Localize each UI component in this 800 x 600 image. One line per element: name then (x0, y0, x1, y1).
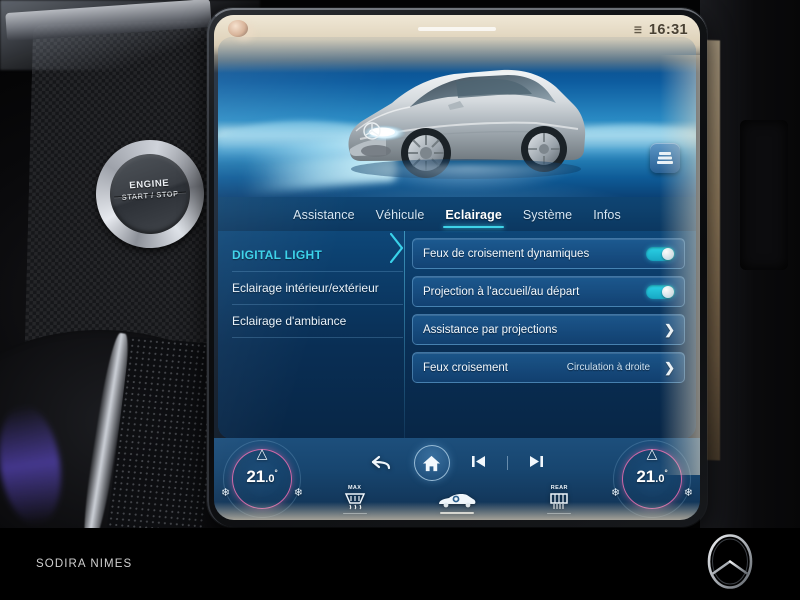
setting-label: Feux de croisement dynamiques (423, 247, 590, 260)
vehicle-ground-reflection (358, 165, 578, 191)
screenshot-root: ENGINE START / STOP Assistance Véhicule … (0, 0, 800, 600)
previous-track-icon[interactable] (470, 454, 487, 472)
submenu-item-ambient-lighting[interactable]: Eclairage d'ambiance (232, 305, 403, 338)
mercedes-benz-star-logo (702, 534, 758, 595)
chevron-right-icon: ❯ (664, 360, 675, 375)
submenu-item-label: Eclairage d'ambiance (232, 314, 347, 328)
status-bar: ☰ 16:31 (214, 15, 700, 45)
snowflake-icon[interactable]: ❄ (221, 486, 230, 499)
dealer-footer: SODIRA NIMES (0, 528, 800, 600)
active-submenu-chevron-icon (390, 233, 404, 263)
temp-integer: 21 (636, 467, 656, 486)
vehicle-graphic-icon[interactable] (650, 143, 680, 173)
setting-label: Assistance par projections (423, 323, 558, 336)
snowflake-icon[interactable]: ❄ (684, 486, 693, 499)
submenu-item-label: Eclairage intérieur/extérieur (232, 281, 379, 295)
passenger-temperature-value: 21.0° (613, 467, 691, 487)
chevron-right-icon: ❯ (664, 322, 675, 337)
back-arrow-icon[interactable] (370, 453, 394, 473)
climate-control-bar: △ 21.0° ❄ ❄ MAX REAR △ 21.0° ❄ ❄ (214, 438, 700, 520)
signal-icon: ☰ (633, 24, 642, 35)
snowflake-icon[interactable]: ❄ (294, 486, 303, 499)
home-icon[interactable] (413, 445, 450, 481)
submenu-item-label: DIGITAL LIGHT (232, 248, 323, 262)
setting-row-low-beam-traffic[interactable]: Feux croisement Circulation à droite ❯ (412, 352, 685, 383)
temp-degree: ° (664, 468, 668, 478)
toggle-dynamic-low-beam[interactable] (646, 246, 675, 261)
toggle-knob (662, 247, 674, 260)
column-divider (404, 231, 405, 439)
function-indicator (547, 512, 572, 514)
submenu-list[interactable]: DIGITAL LIGHT Eclairage intérieur/extéri… (218, 231, 404, 439)
nav-separator (506, 456, 508, 470)
settings-content: DIGITAL LIGHT Eclairage intérieur/extéri… (218, 231, 696, 439)
engine-start-stop-face: ENGINE START / STOP (107, 151, 193, 237)
rear-defrost-label: REAR (550, 484, 568, 491)
function-indicator (342, 512, 367, 514)
climate-function-row: MAX REAR (308, 484, 606, 514)
temp-integer: 21 (246, 467, 266, 486)
infotainment-screen[interactable]: Assistance Véhicule Eclairage Système In… (214, 15, 700, 520)
max-defrost-windscreen-icon[interactable]: MAX (342, 484, 367, 514)
setting-label: Feux croisement (423, 361, 509, 374)
status-bar-handle[interactable] (418, 27, 496, 31)
rear-defrost-icon[interactable]: REAR (547, 484, 572, 514)
chevron-up-icon[interactable]: △ (647, 446, 658, 460)
setting-row-projection-assistance[interactable]: Assistance par projections ❯ (412, 314, 685, 345)
passenger-temperature-dial[interactable]: △ 21.0° ❄ ❄ (611, 440, 693, 518)
driver-temperature-dial[interactable]: △ 21.0° ❄ ❄ (221, 440, 303, 518)
tab-systeme[interactable]: Système (521, 205, 574, 229)
driver-temperature-value: 21.0° (223, 467, 301, 487)
hero-vehicle-illustration (218, 37, 696, 197)
seat-airflow-car-icon[interactable] (436, 492, 478, 514)
tab-infos[interactable]: Infos (591, 205, 623, 229)
tab-assistance[interactable]: Assistance (291, 205, 356, 229)
submenu-item-digital-light[interactable]: DIGITAL LIGHT (232, 239, 403, 272)
max-defrost-label: MAX (347, 484, 362, 491)
mbux-app-canvas: Assistance Véhicule Eclairage Système In… (218, 37, 696, 439)
function-indicator-active (439, 512, 474, 514)
climate-center-controls: MAX REAR (308, 438, 606, 520)
submenu-item-interior-exterior-lighting[interactable]: Eclairage intérieur/extérieur (232, 272, 403, 305)
air-vent (740, 120, 788, 270)
infotainment-tablet: Assistance Véhicule Eclairage Système In… (207, 8, 707, 527)
dealer-name: SODIRA NIMES (36, 558, 133, 570)
toggle-knob (662, 285, 674, 298)
chevron-up-icon[interactable]: △ (257, 446, 268, 460)
snowflake-icon[interactable]: ❄ (611, 486, 620, 499)
tab-eclairage[interactable]: Eclairage (443, 205, 504, 229)
setting-row-welcome-departure-projection[interactable]: Projection à l'accueil/au départ (412, 276, 685, 307)
next-track-icon[interactable] (528, 454, 545, 472)
setting-value: Circulation à droite (566, 362, 651, 373)
setting-row-dynamic-low-beam[interactable]: Feux de croisement dynamiques (412, 238, 685, 269)
settings-rows: Feux de croisement dynamiques Projection… (403, 231, 696, 439)
temp-degree: ° (274, 468, 278, 478)
setting-label: Projection à l'accueil/au départ (423, 285, 580, 298)
toggle-welcome-departure-projection[interactable] (646, 284, 675, 299)
lens-glare-spot (228, 20, 248, 37)
main-tab-bar[interactable]: Assistance Véhicule Eclairage Système In… (218, 197, 696, 231)
tab-vehicule[interactable]: Véhicule (374, 205, 427, 229)
navigation-row (308, 445, 606, 481)
status-bar-time: 16:31 (648, 22, 688, 38)
